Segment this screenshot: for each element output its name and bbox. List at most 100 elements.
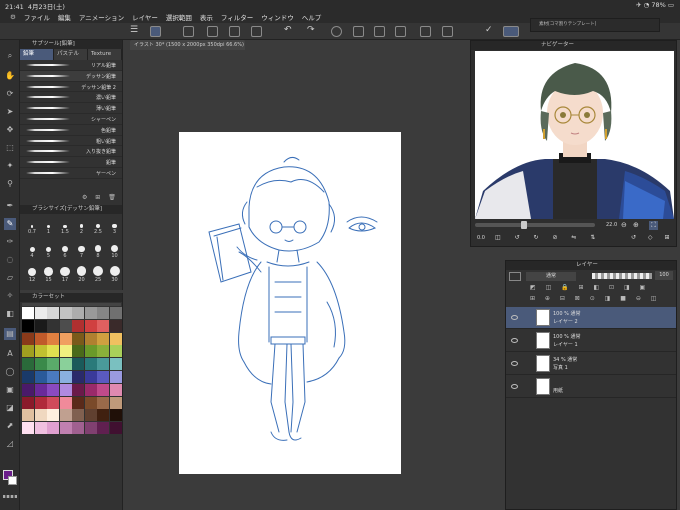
color-swatch[interactable] — [72, 396, 84, 409]
pen-tool-icon[interactable]: ✒ — [4, 200, 16, 212]
color-swatch[interactable] — [59, 358, 72, 371]
color-swatch[interactable] — [72, 358, 84, 371]
menu-selection[interactable]: 選択範囲 — [166, 12, 192, 22]
undo-icon[interactable]: ↶ — [284, 26, 295, 37]
color-swatch[interactable] — [47, 307, 59, 319]
selection-tool-icon[interactable]: ⬚ — [4, 142, 16, 154]
color-swatch[interactable] — [22, 358, 34, 371]
auto-select-tool-icon[interactable]: ✦ — [4, 160, 16, 172]
clear-button[interactable] — [331, 26, 342, 37]
brush-item[interactable]: リアル鉛筆 — [20, 60, 122, 71]
brush-item[interactable]: 薄い鉛筆 — [20, 103, 122, 114]
zoom-slider[interactable] — [475, 223, 595, 227]
save-button[interactable] — [251, 26, 262, 37]
airbrush-tool-icon[interactable]: ◌ — [4, 254, 16, 266]
menu-help[interactable]: ヘルプ — [302, 12, 322, 22]
color-swatch[interactable] — [72, 332, 84, 345]
brush-size-option[interactable]: 8 — [89, 241, 107, 259]
brush-item[interactable]: 濃い鉛筆 — [20, 92, 122, 104]
color-swatch[interactable] — [72, 409, 84, 422]
brush-item[interactable]: 入り抜き鉛筆 — [20, 146, 122, 158]
brush-size-option[interactable]: 0.7 — [23, 217, 41, 235]
color-set-selector[interactable] — [22, 303, 121, 306]
brush-size-option[interactable]: 7 — [73, 241, 91, 259]
color-swatch[interactable] — [72, 422, 84, 435]
color-swatch[interactable] — [22, 345, 34, 358]
menu-filter[interactable]: フィルター — [221, 12, 253, 22]
color-swatch[interactable] — [72, 383, 84, 396]
deselect-button[interactable] — [395, 26, 406, 37]
brush-size-option[interactable]: 10 — [106, 241, 124, 259]
color-swatch[interactable] — [47, 370, 59, 383]
opacity-value[interactable]: 100 — [655, 271, 673, 280]
brush-item[interactable]: 鉛筆 — [20, 157, 122, 168]
brush-item[interactable]: 粗い鉛筆 — [20, 136, 122, 147]
check-icon[interactable]: ✓ — [485, 26, 496, 37]
layer-property-icon[interactable] — [509, 272, 521, 281]
color-swatch[interactable] — [59, 345, 72, 358]
layer-row[interactable]: 用紙 — [506, 376, 676, 398]
color-swatch[interactable] — [59, 396, 72, 409]
zoom-tool-icon[interactable]: ⌕ — [4, 50, 16, 62]
menu-toggle-button[interactable] — [183, 26, 194, 37]
color-swatch[interactable] — [34, 370, 47, 383]
color-swatch[interactable] — [109, 319, 122, 332]
transform-button[interactable] — [353, 26, 364, 37]
brush-size-option[interactable]: 20 — [73, 265, 91, 283]
ruler-button[interactable] — [503, 26, 519, 37]
gear-icon[interactable]: ⚙ — [10, 13, 16, 21]
color-swatch[interactable] — [109, 358, 122, 371]
color-swatch[interactable] — [34, 396, 47, 409]
menu-file[interactable]: ファイル — [24, 12, 50, 22]
color-swatch[interactable] — [97, 422, 109, 435]
navigator-footer-icons[interactable]: ↺ ◇ ⊞ — [631, 234, 674, 241]
color-swatch[interactable] — [109, 409, 122, 422]
color-swatch[interactable] — [47, 383, 59, 396]
color-swatch[interactable] — [22, 332, 34, 345]
gradient-tool-icon[interactable]: ▤ — [4, 328, 16, 340]
text-tool-icon[interactable]: A — [4, 348, 16, 360]
color-swatch[interactable] — [22, 307, 34, 319]
sub-color-swatch[interactable] — [8, 476, 17, 485]
canvas-tab[interactable]: イラスト 30* (1500 x 2000px 350dpi 66.6%) — [130, 40, 245, 50]
brush-size-option[interactable]: 17 — [56, 265, 74, 283]
brush-size-option[interactable]: 2 — [73, 217, 91, 235]
color-swatch[interactable] — [109, 396, 122, 409]
color-swatch[interactable] — [72, 370, 84, 383]
layer-option-icons-row2[interactable]: ⊞ ⊕ ⊟ ⊠ ⊙ ◨ ■ ⊖ ◫ — [530, 295, 660, 302]
color-swatch[interactable] — [59, 383, 72, 396]
menu-view[interactable]: 表示 — [200, 12, 213, 22]
color-swatch[interactable] — [97, 396, 109, 409]
color-swatch[interactable] — [109, 332, 122, 345]
color-swatch[interactable] — [97, 409, 109, 422]
blend-tool-icon[interactable]: ✧ — [4, 290, 16, 302]
color-swatch[interactable] — [47, 409, 59, 422]
brush-size-option[interactable]: 6 — [56, 241, 74, 259]
color-swatch[interactable] — [97, 370, 109, 383]
color-swatch[interactable] — [109, 307, 122, 319]
color-swatch[interactable] — [72, 345, 84, 358]
layer-row[interactable]: 100 % 通常 レイヤー 2 — [506, 307, 676, 329]
color-swatch[interactable] — [22, 370, 34, 383]
move-tool-icon[interactable]: ✋ — [4, 70, 16, 82]
open-button[interactable] — [229, 26, 240, 37]
color-swatch[interactable] — [72, 319, 84, 332]
color-swatch[interactable] — [34, 319, 47, 332]
show-area-button[interactable] — [442, 26, 453, 37]
zoom-out-icon[interactable]: ⊖ — [621, 221, 627, 229]
color-swatch[interactable] — [84, 307, 97, 319]
color-swatch[interactable] — [97, 383, 109, 396]
brush-size-option[interactable]: 2.5 — [89, 217, 107, 235]
color-swatch[interactable] — [97, 307, 109, 319]
color-swatch[interactable] — [59, 307, 72, 319]
color-swatch[interactable] — [34, 332, 47, 345]
brush-size-option[interactable]: 5 — [40, 241, 58, 259]
color-swatch[interactable] — [97, 319, 109, 332]
color-swatch[interactable] — [47, 358, 59, 371]
brush-tool-icon[interactable]: ✑ — [4, 236, 16, 248]
zoom-in-icon[interactable]: ⊕ — [633, 221, 639, 229]
edit-mode-button[interactable] — [150, 26, 161, 37]
color-swatch[interactable] — [84, 345, 97, 358]
menu-animation[interactable]: アニメーション — [79, 12, 124, 22]
material-panel[interactable]: 素材[コマ割りテンプレート] — [530, 18, 660, 32]
